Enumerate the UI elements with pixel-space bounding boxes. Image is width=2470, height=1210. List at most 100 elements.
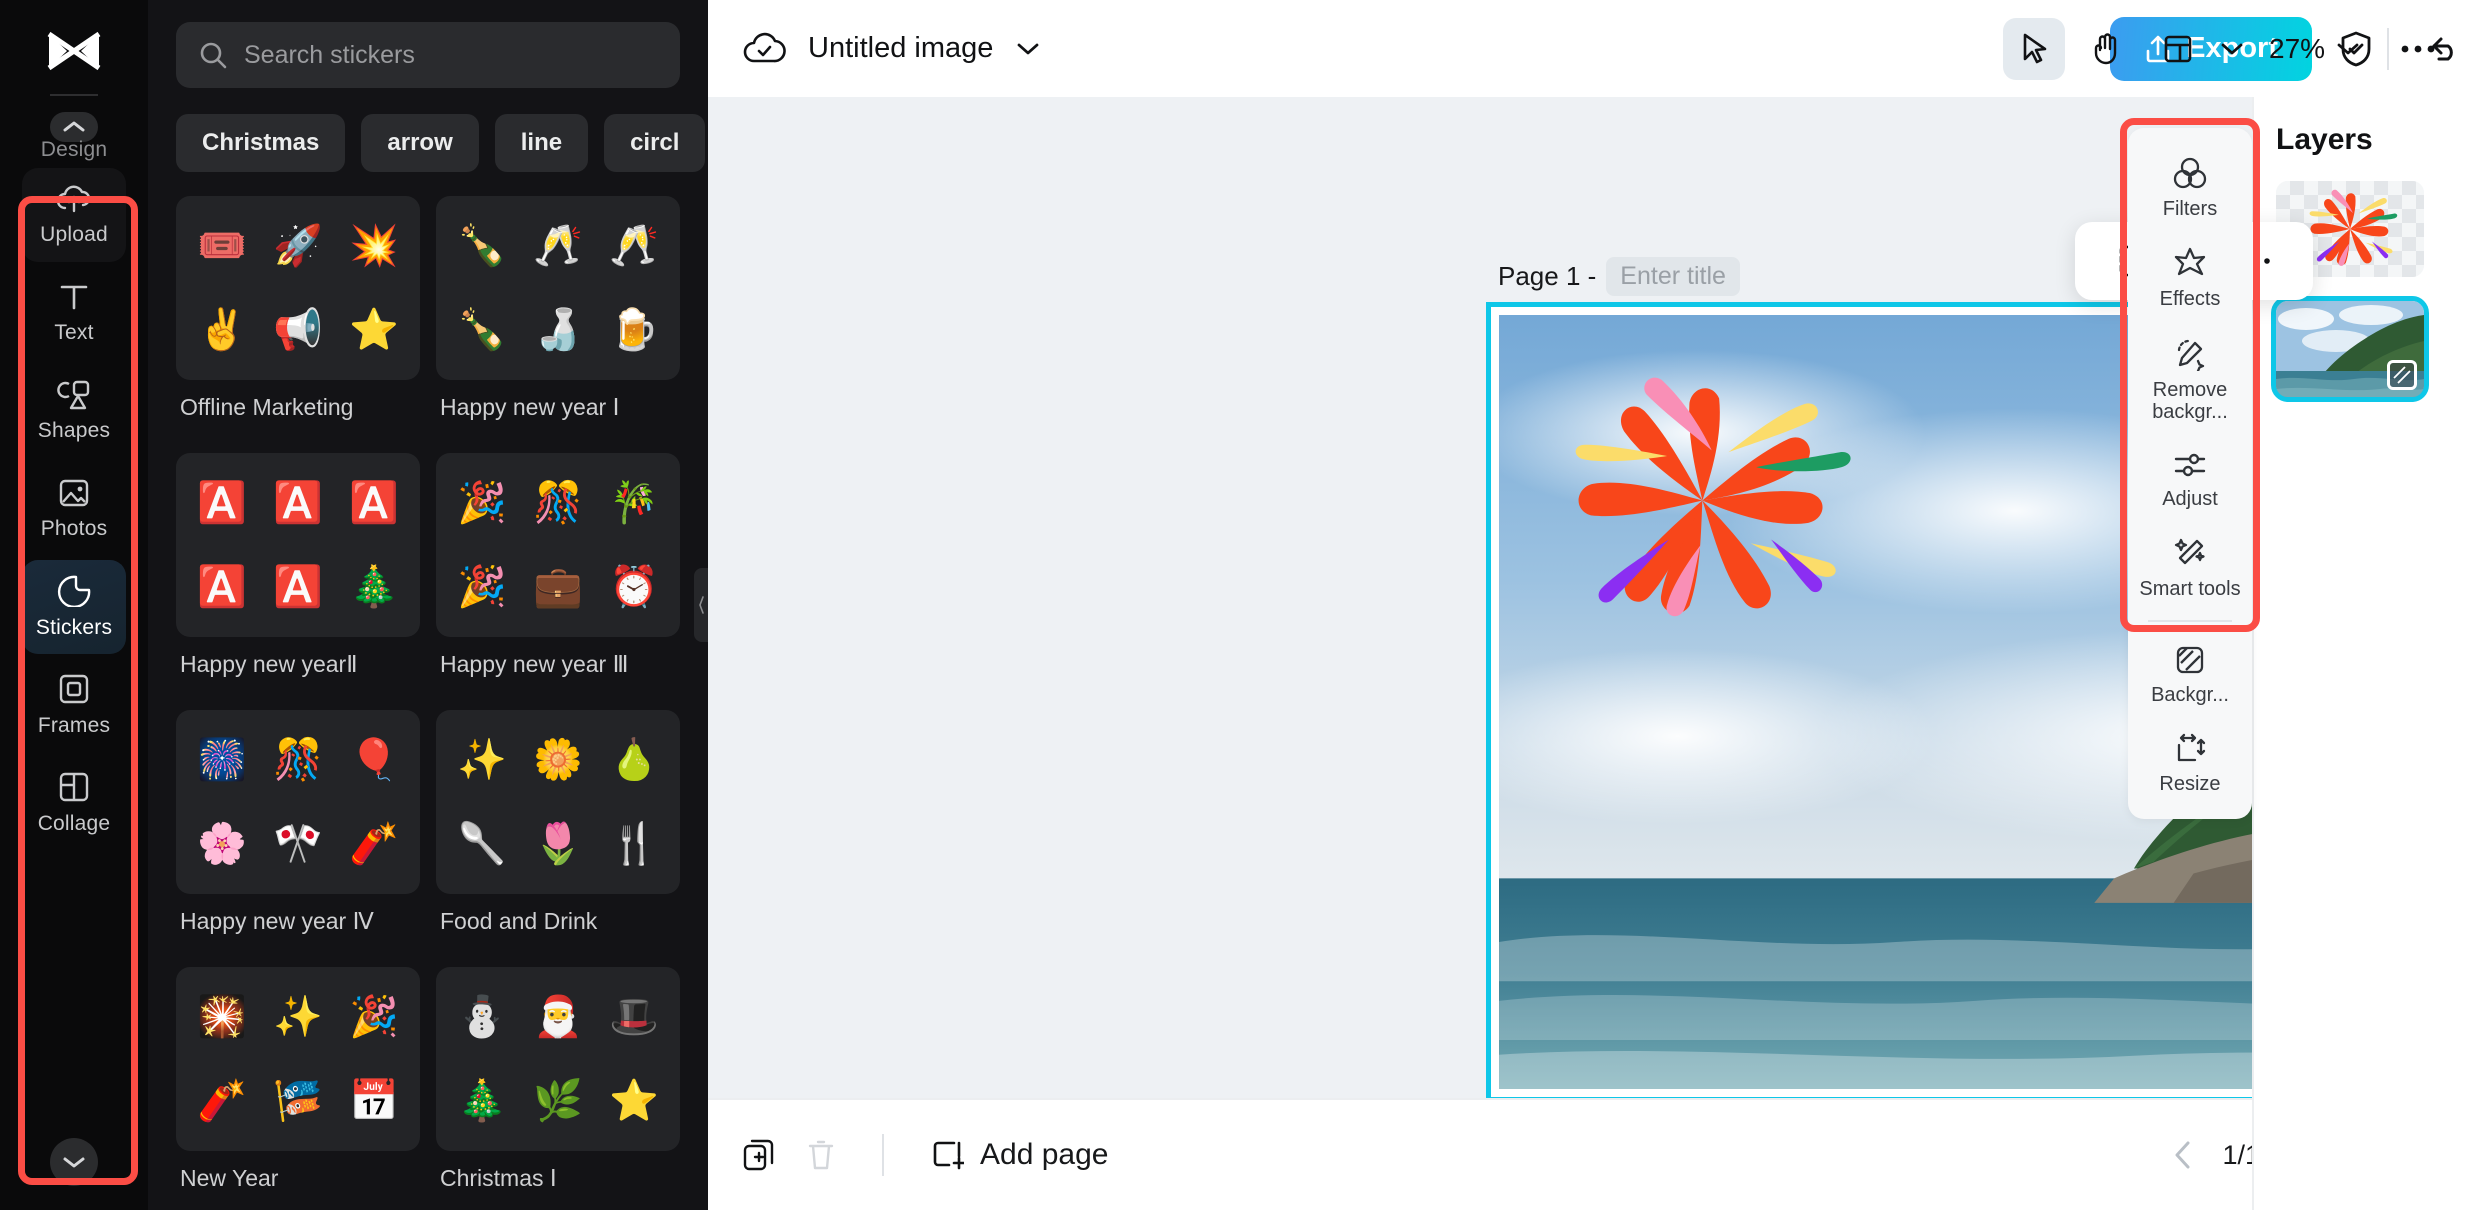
- sticker-item[interactable]: 🎌: [273, 824, 323, 864]
- capcut-logo[interactable]: [43, 24, 105, 78]
- zoom-chevron-down-icon[interactable]: [2335, 41, 2361, 57]
- tool-adjust[interactable]: Adjust: [2135, 436, 2245, 522]
- sidebar-item-shapes[interactable]: Shapes: [22, 364, 126, 458]
- sticker-item[interactable]: 💼: [533, 567, 583, 607]
- sticker-item[interactable]: 🧨: [349, 824, 399, 864]
- tool-remove-background[interactable]: Remove backgr...: [2135, 323, 2245, 436]
- zoom-level-value[interactable]: 27%: [2269, 33, 2325, 65]
- sticker-card[interactable]: 🎉 🎊 🎋 🎉 💼 ⏰: [436, 453, 680, 637]
- document-title[interactable]: Untitled image: [808, 32, 993, 65]
- panel-resize-handle[interactable]: [694, 568, 708, 642]
- sticker-item[interactable]: ⏰: [609, 567, 659, 607]
- add-page-button[interactable]: Add page: [930, 1138, 1108, 1172]
- sticker-item[interactable]: 🎩: [609, 997, 659, 1037]
- sticker-item[interactable]: 🎊: [533, 483, 583, 523]
- sticker-group: 🎉 🎊 🎋 🎉 💼 ⏰ Happy new year Ⅲ: [436, 453, 680, 696]
- sticker-item[interactable]: 🍾: [457, 310, 507, 350]
- chevron-left-icon[interactable]: [2172, 1139, 2194, 1171]
- sticker-item[interactable]: 🎊: [273, 740, 323, 780]
- sticker-item[interactable]: 🅰️: [273, 567, 323, 607]
- sticker-item[interactable]: 🅰️: [197, 567, 247, 607]
- select-tool-button[interactable]: [2003, 18, 2065, 80]
- sticker-item[interactable]: 🌸: [197, 824, 247, 864]
- sticker-card[interactable]: 🅰️ 🅰️ 🅰️ 🅰️ 🅰️ 🎄: [176, 453, 420, 637]
- shapes-icon: [56, 380, 92, 410]
- sticker-item[interactable]: 🍶: [533, 310, 583, 350]
- topbar-tools: 27%: [2003, 0, 2470, 97]
- hand-tool-button[interactable]: [2075, 18, 2137, 80]
- sticker-item[interactable]: 🎉: [349, 997, 399, 1037]
- tool-smart-tools[interactable]: Smart tools: [2135, 522, 2245, 612]
- tool-effects[interactable]: Effects: [2135, 232, 2245, 322]
- sticker-item[interactable]: ⭐: [349, 310, 399, 350]
- sticker-card[interactable]: 🎟️ 🚀 💥 ✌️ 📢 ⭐: [176, 196, 420, 380]
- sticker-item[interactable]: ✌️: [197, 310, 247, 350]
- sidebar-item-upload[interactable]: Upload: [22, 168, 126, 262]
- sticker-item[interactable]: 🍺: [609, 310, 659, 350]
- sticker-item[interactable]: 🎄: [349, 567, 399, 607]
- sticker-card[interactable]: ⛄ 🎅 🎩 🎄 🌿 ⭐: [436, 967, 680, 1151]
- trash-icon[interactable]: [806, 1138, 836, 1172]
- layout-tool-button[interactable]: [2147, 18, 2209, 80]
- sticker-item[interactable]: ✨: [457, 740, 507, 780]
- sticker-card[interactable]: ✨ 🌼 🍐 🥄 🌷 🍴: [436, 710, 680, 894]
- duplicate-page-icon[interactable]: [742, 1138, 776, 1172]
- sticker-item[interactable]: 🌷: [533, 824, 583, 864]
- sticker-item[interactable]: 🅰️: [349, 483, 399, 523]
- undo-button[interactable]: [2415, 18, 2470, 80]
- sticker-item[interactable]: 🧨: [197, 1081, 247, 1121]
- sticker-item[interactable]: 🌼: [533, 740, 583, 780]
- left-rail: Design Upload Text Sha: [0, 0, 148, 1210]
- sticker-item[interactable]: 🎆: [197, 740, 247, 780]
- chevron-down-icon[interactable]: [1015, 41, 1041, 57]
- sticker-card[interactable]: 🎆 🎊 🎈 🌸 🎌 🧨: [176, 710, 420, 894]
- sticker-item[interactable]: 🎄: [457, 1081, 507, 1121]
- sidebar-item-frames[interactable]: Frames: [22, 658, 126, 752]
- sticker-item[interactable]: 🎉: [457, 483, 507, 523]
- page-title-input[interactable]: Enter title: [1606, 257, 1740, 296]
- search-section: Search stickers: [148, 0, 708, 88]
- sticker-item[interactable]: 🍐: [609, 740, 659, 780]
- tool-resize[interactable]: Resize: [2135, 719, 2245, 807]
- firework-sticker[interactable]: [1501, 338, 1904, 663]
- layout-chevron-down-icon[interactable]: [2219, 41, 2245, 57]
- sidebar-item-photos[interactable]: Photos: [22, 462, 126, 556]
- search-input[interactable]: Search stickers: [176, 22, 680, 88]
- sticker-item[interactable]: 📅: [349, 1081, 399, 1121]
- sticker-item[interactable]: 🍴: [609, 824, 659, 864]
- sidebar-item-collage[interactable]: Collage: [22, 756, 126, 850]
- sticker-item[interactable]: 🥂: [609, 226, 659, 266]
- tool-background[interactable]: Backgr...: [2135, 630, 2245, 718]
- tag-chip[interactable]: circl: [604, 114, 705, 172]
- tag-chip[interactable]: Christmas: [176, 114, 345, 172]
- rail-more-button[interactable]: [50, 1138, 98, 1186]
- sticker-item[interactable]: 🎟️: [197, 226, 247, 266]
- sticker-item[interactable]: 🌿: [533, 1081, 583, 1121]
- sticker-item[interactable]: 🎉: [457, 567, 507, 607]
- layer-item-photo[interactable]: [2276, 301, 2424, 397]
- sticker-item[interactable]: 🚀: [273, 226, 323, 266]
- sticker-item[interactable]: 🅰️: [273, 483, 323, 523]
- sticker-item[interactable]: 🎈: [349, 740, 399, 780]
- sticker-item[interactable]: ⛄: [457, 997, 507, 1037]
- sticker-item[interactable]: 🎇: [197, 997, 247, 1037]
- sticker-item[interactable]: 💥: [349, 226, 399, 266]
- sticker-item[interactable]: ⭐: [609, 1081, 659, 1121]
- sidebar-item-stickers[interactable]: Stickers: [22, 560, 126, 654]
- sticker-item[interactable]: 🍾: [457, 226, 507, 266]
- sticker-item[interactable]: 🎋: [609, 483, 659, 523]
- sticker-item[interactable]: 🅰️: [197, 483, 247, 523]
- tag-chip[interactable]: line: [495, 114, 588, 172]
- sticker-item[interactable]: 🎅: [533, 997, 583, 1037]
- sticker-item[interactable]: 🎏: [273, 1081, 323, 1121]
- sticker-item[interactable]: 🥂: [533, 226, 583, 266]
- sidebar-item-text[interactable]: Text: [22, 266, 126, 360]
- sidebar-item-label: Frames: [38, 714, 110, 738]
- sticker-item[interactable]: 🥄: [457, 824, 507, 864]
- tool-filters[interactable]: Filters: [2135, 142, 2245, 232]
- sticker-item[interactable]: 📢: [273, 310, 323, 350]
- sticker-card[interactable]: 🍾 🥂 🥂 🍾 🍶 🍺: [436, 196, 680, 380]
- tag-chip[interactable]: arrow: [361, 114, 478, 172]
- sticker-item[interactable]: ✨: [273, 997, 323, 1037]
- sticker-card[interactable]: 🎇 ✨ 🎉 🧨 🎏 📅: [176, 967, 420, 1151]
